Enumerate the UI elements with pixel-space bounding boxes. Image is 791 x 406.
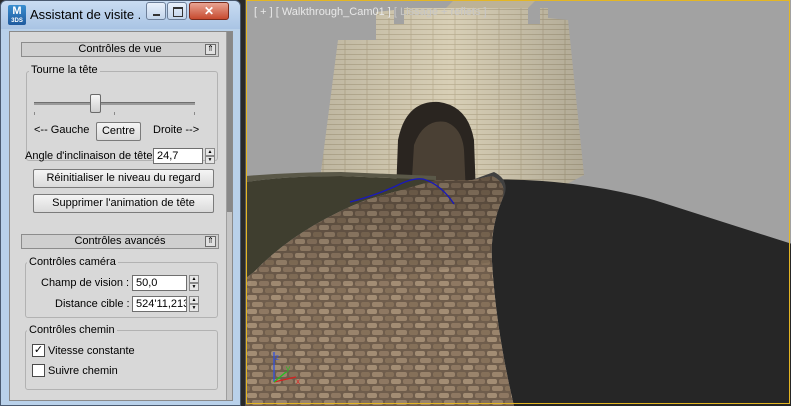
panel-scrollbar[interactable] [226, 32, 232, 400]
title-bar[interactable]: M 3DS Assistant de visite ... ✕ [1, 1, 240, 29]
rollout-advanced-controls-header[interactable]: Contrôles avancés ⇑ [21, 234, 219, 249]
3ds-max-app-icon: M 3DS [8, 5, 26, 25]
slider-track[interactable] [34, 102, 195, 105]
reset-gaze-level-button[interactable]: Réinitialiser le niveau du regard [33, 169, 214, 188]
tilt-angle-spinner[interactable]: ▲ ▼ [205, 148, 215, 164]
walkthrough-assistant-window: M 3DS Assistant de visite ... ✕ Contrôle… [0, 0, 241, 406]
target-distance-label: Distance cible : [55, 298, 130, 310]
active-viewport-border [246, 0, 790, 404]
window-title: Assistant de visite ... [30, 7, 140, 22]
tilt-angle-field[interactable]: 24,7 [153, 148, 203, 164]
panel-scrollbar-thumb[interactable] [227, 32, 232, 212]
rollout-view-controls-header[interactable]: Contrôles de vue ⇑ [21, 42, 219, 57]
tilt-angle-label: Angle d'inclinaison de tête [25, 150, 153, 162]
follow-path-checkbox[interactable] [32, 364, 45, 377]
spinner-up-icon[interactable]: ▲ [189, 275, 199, 283]
slider-tick [34, 112, 35, 115]
head-turn-group-label: Tourne la tête [29, 64, 100, 76]
fov-field[interactable]: 50,0 [132, 275, 187, 291]
spinner-down-icon[interactable]: ▼ [189, 283, 199, 291]
target-distance-field[interactable]: 524'11,213" [132, 296, 187, 312]
camera-viewport[interactable]: z x y [ + ] [ Walkthrough_Cam01 ] [ Liss… [245, 0, 791, 406]
collapse-rollout-icon[interactable]: ⇑ [205, 44, 216, 55]
constant-speed-checkbox[interactable]: ✓ [32, 344, 45, 357]
app-icon-letter: M [12, 5, 22, 17]
center-button[interactable]: Centre [96, 122, 141, 141]
spinner-up-icon[interactable]: ▲ [189, 296, 199, 304]
delete-head-animation-button[interactable]: Supprimer l'animation de tête [33, 194, 214, 213]
fov-label: Champ de vision : [41, 277, 130, 289]
target-distance-spinner[interactable]: ▲ ▼ [189, 296, 199, 312]
spinner-up-icon[interactable]: ▲ [205, 148, 215, 156]
constant-speed-label[interactable]: Vitesse constante [48, 345, 135, 357]
maximize-button[interactable] [167, 2, 187, 20]
right-label: Droite --> [153, 124, 200, 136]
collapse-rollout-icon[interactable]: ⇑ [205, 236, 216, 247]
panel-client-area: Contrôles de vue ⇑ Tourne la tête <-- Ga… [9, 31, 233, 401]
minimize-button[interactable] [146, 2, 166, 20]
rollout-advanced-controls-title: Contrôles avancés [74, 235, 166, 247]
app-icon-subtext: 3DS [11, 18, 23, 24]
spinner-down-icon[interactable]: ▼ [189, 304, 199, 312]
check-mark-icon: ✓ [33, 344, 44, 356]
spinner-down-icon[interactable]: ▼ [205, 156, 215, 164]
left-label: <-- Gauche [34, 124, 90, 136]
camera-controls-group-label: Contrôles caméra [27, 256, 118, 268]
slider-thumb[interactable] [90, 94, 102, 113]
path-controls-group [25, 330, 218, 390]
slider-tick [114, 112, 115, 115]
follow-path-label[interactable]: Suivre chemin [48, 365, 118, 377]
fov-spinner[interactable]: ▲ ▼ [189, 275, 199, 291]
close-button[interactable]: ✕ [189, 2, 229, 20]
path-controls-group-label: Contrôles chemin [27, 324, 117, 336]
slider-tick [194, 112, 195, 115]
rollout-view-controls-title: Contrôles de vue [78, 43, 162, 55]
